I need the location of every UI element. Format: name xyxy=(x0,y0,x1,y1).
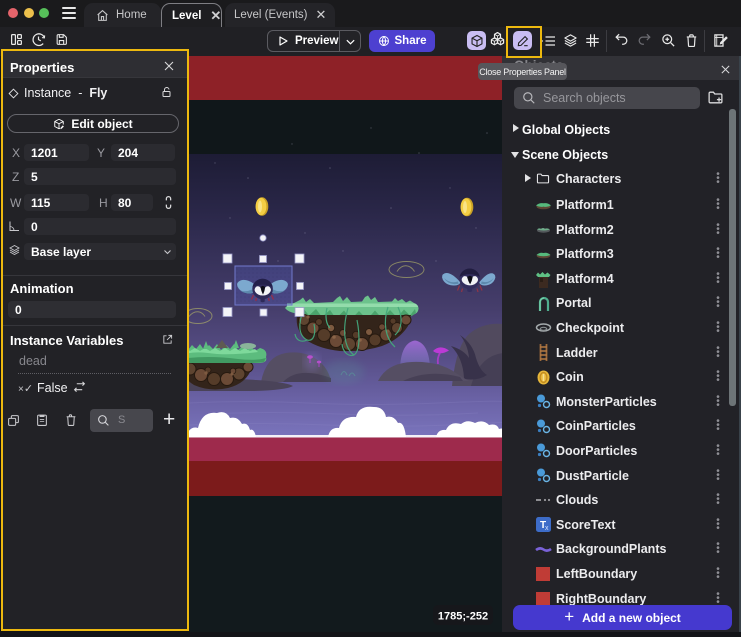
svg-text:x: x xyxy=(545,525,549,532)
svg-text:1785;-252: 1785;-252 xyxy=(438,611,488,623)
